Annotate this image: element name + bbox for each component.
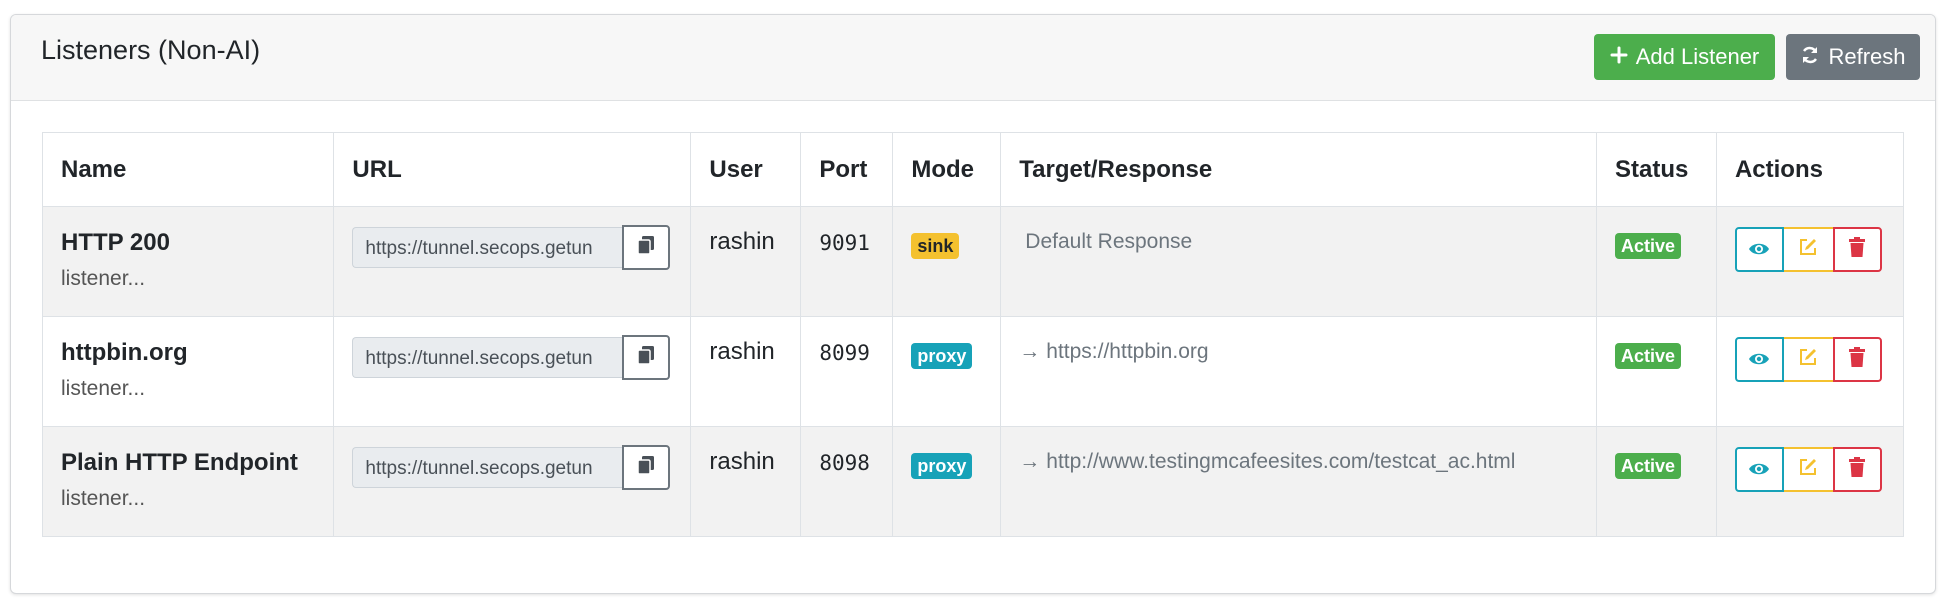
plus-icon [1610,45,1628,69]
view-button[interactable] [1734,227,1784,272]
edit-icon [1798,346,1818,373]
eye-icon [1748,236,1770,263]
port-value: 8098 [819,451,870,475]
edit-button[interactable] [1783,447,1833,492]
target-value: → https://httpbin.org [1019,340,1578,364]
eye-icon [1748,456,1770,483]
copy-icon [637,344,655,371]
delete-button[interactable] [1832,337,1882,382]
listener-subtitle: listener... [61,377,146,400]
view-button[interactable] [1734,447,1784,492]
user-value: rashin [709,448,775,475]
url-field[interactable]: https://tunnel.secops.getun [352,227,623,268]
eye-icon [1748,346,1770,373]
table-row: httpbin.org listener... https://tunnel.s… [41,316,1905,427]
table-row: HTTP 200 listener... https://tunnel.seco… [41,206,1905,317]
column-header-port: Port [800,132,894,207]
refresh-button[interactable]: Refresh [1786,34,1920,80]
column-header-mode: Mode [892,132,1002,207]
url-group: https://tunnel.secops.getun [352,225,672,270]
action-group [1734,337,1885,382]
name-cell: Plain HTTP Endpoint listener... [41,426,335,537]
listener-name: httpbin.org [61,339,188,366]
edit-button[interactable] [1783,337,1833,382]
view-button[interactable] [1734,337,1784,382]
listener-subtitle: listener... [61,487,146,510]
target-value: Default Response [1019,230,1578,254]
mode-badge: proxy [911,453,973,479]
add-listener-button[interactable]: Add Listener [1594,34,1775,80]
status-badge: Active [1615,343,1682,369]
user-value: rashin [709,228,775,255]
listeners-card: Listeners (Non-AI) Add Listener Refresh … [10,14,1936,594]
status-badge: Active [1615,453,1682,479]
edit-icon [1798,456,1818,483]
column-header-status: Status [1596,132,1717,207]
action-group [1734,447,1885,492]
target-text: https://httpbin.org [1046,340,1209,363]
url-field[interactable]: https://tunnel.secops.getun [352,337,623,378]
target-text: Default Response [1025,230,1193,253]
listeners-table: Name URL User Port Mode Target/Response … [41,132,1905,537]
listener-name: HTTP 200 [61,229,170,256]
port-value: 9091 [819,231,870,255]
copy-url-button[interactable] [622,225,671,270]
delete-button[interactable] [1832,447,1882,492]
url-cell: https://tunnel.secops.getun [333,206,692,317]
column-header-url: URL [333,132,692,207]
column-header-actions: Actions [1715,132,1905,207]
listener-subtitle: listener... [61,267,146,290]
action-group [1734,227,1885,272]
name-cell: HTTP 200 listener... [41,206,335,317]
arrow-icon: → [1019,450,1041,473]
trash-icon [1849,456,1866,483]
card-header: Listeners (Non-AI) Add Listener Refresh [11,15,1935,101]
status-badge: Active [1615,233,1682,259]
target-text: http://www.testingmcafeesites.com/testca… [1046,450,1516,473]
url-group: https://tunnel.secops.getun [352,445,672,490]
column-header-target: Target/Response [1000,132,1597,207]
table-row: Plain HTTP Endpoint listener... https://… [41,426,1905,537]
trash-icon [1849,346,1866,373]
refresh-label: Refresh [1828,44,1906,69]
mode-badge: proxy [911,343,973,369]
column-header-user: User [690,132,802,207]
url-cell: https://tunnel.secops.getun [333,316,692,427]
copy-icon [637,454,655,481]
page-title: Listeners (Non-AI) [41,35,261,65]
url-field[interactable]: https://tunnel.secops.getun [352,447,623,488]
copy-url-button[interactable] [622,445,671,490]
table-header-row: Name URL User Port Mode Target/Response … [41,132,1905,207]
url-cell: https://tunnel.secops.getun [333,426,692,537]
trash-icon [1849,236,1866,263]
mode-badge: sink [911,233,960,259]
add-listener-label: Add Listener [1635,44,1760,69]
url-group: https://tunnel.secops.getun [352,335,672,380]
user-value: rashin [709,338,775,365]
copy-url-button[interactable] [622,335,671,380]
refresh-icon [1800,45,1820,70]
delete-button[interactable] [1832,227,1882,272]
port-value: 8099 [819,341,870,365]
copy-icon [637,234,655,261]
edit-button[interactable] [1783,227,1833,272]
listener-name: Plain HTTP Endpoint [61,449,298,476]
arrow-icon: → [1019,340,1041,363]
name-cell: httpbin.org listener... [41,316,335,427]
edit-icon [1798,236,1818,263]
target-value: → http://www.testingmcafeesites.com/testc… [1019,450,1578,474]
column-header-name: Name [41,132,335,207]
